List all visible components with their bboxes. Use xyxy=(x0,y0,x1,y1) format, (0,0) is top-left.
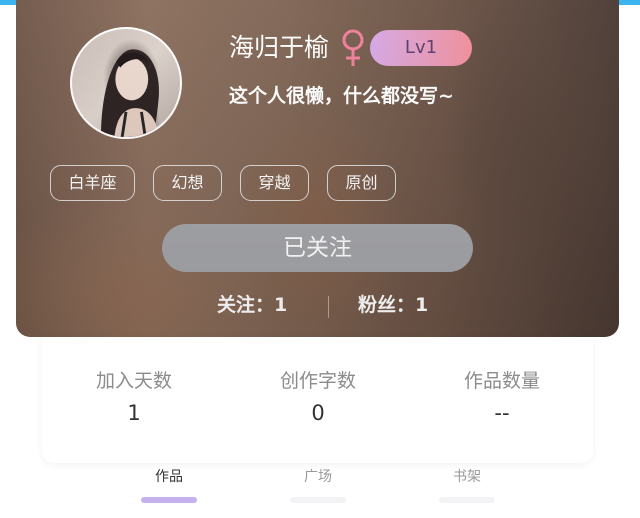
info-join-days: 加入天数 1 xyxy=(54,367,214,429)
stats-divider xyxy=(328,296,329,318)
username: 海归于榆 xyxy=(229,33,330,62)
info-word-count: 创作字数 0 xyxy=(238,367,398,429)
tab-indicator xyxy=(439,497,495,503)
tab-indicator xyxy=(141,497,197,503)
info-label: 作品数量 xyxy=(463,370,540,392)
follow-button[interactable]: 已关注 xyxy=(162,224,473,272)
tag-item[interactable]: 白羊座 xyxy=(50,165,135,201)
tab-label: 作品 xyxy=(155,469,183,485)
info-value: -- xyxy=(494,401,510,425)
following-count[interactable]: 关注：1 xyxy=(217,290,287,320)
tag-item[interactable]: 幻想 xyxy=(153,165,222,201)
tag-item[interactable]: 原创 xyxy=(327,165,396,201)
tab-indicator xyxy=(290,497,346,503)
tag-item[interactable]: 穿越 xyxy=(240,165,309,201)
tab-bookshelf[interactable]: 书架 xyxy=(427,467,507,503)
tab-label: 广场 xyxy=(304,469,332,485)
tab-plaza[interactable]: 广场 xyxy=(278,467,358,503)
tab-bar: 作品 广场 书架 xyxy=(0,463,640,518)
avatar-photo xyxy=(100,49,159,137)
info-value: 1 xyxy=(127,401,141,425)
female-icon xyxy=(342,29,364,66)
info-works-count: 作品数量 -- xyxy=(422,367,582,429)
fans-count[interactable]: 粉丝：1 xyxy=(358,290,428,320)
follow-stats: 关注：1 粉丝：1 xyxy=(196,290,456,320)
profile-info-card: 加入天数 1 创作字数 0 作品数量 -- xyxy=(42,337,593,463)
tab-label: 书架 xyxy=(453,469,481,485)
tag-list: 白羊座 幻想 穿越 原创 xyxy=(50,165,396,201)
info-value: 0 xyxy=(311,401,325,425)
avatar[interactable] xyxy=(70,27,182,139)
tab-works[interactable]: 作品 xyxy=(129,467,209,503)
info-label: 创作字数 xyxy=(279,370,356,392)
profile-header: 海归于榆 Lv1 这个人很懒，什么都没写~ 白羊座 幻想 穿越 原创 已关注 关… xyxy=(16,0,619,337)
info-label: 加入天数 xyxy=(95,370,172,392)
level-badge: Lv1 xyxy=(370,30,472,66)
bio-text: 这个人很懒，什么都没写~ xyxy=(229,85,454,107)
